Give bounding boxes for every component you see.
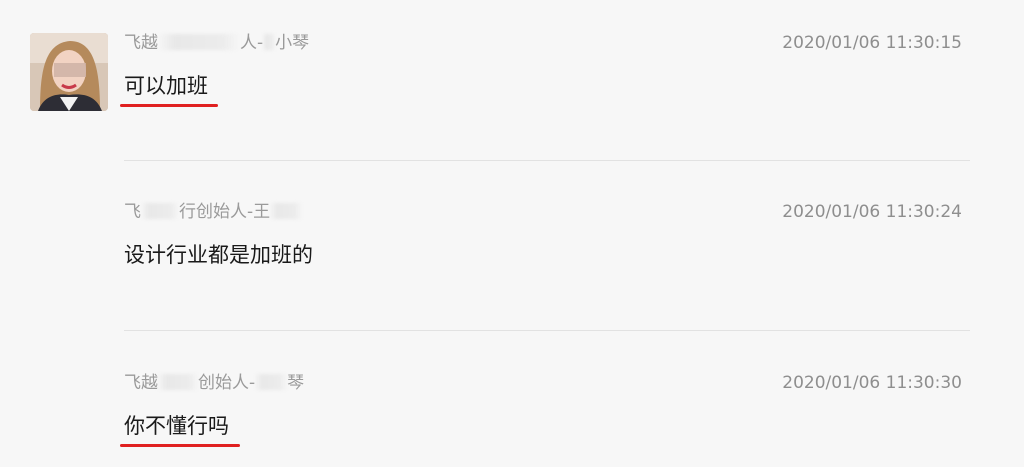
sender-name-suffix: 小琴 bbox=[275, 33, 310, 53]
chat-message: 飞 行创始人-王 2020/01/06 11:30:24 设计行业都是加班的 bbox=[124, 202, 970, 282]
sender-name-suffix: 琴 bbox=[287, 373, 305, 393]
chat-history-panel: 飞越 人- 小琴 2020/01/06 11:30:15 可以加班 飞 行创始人-王 … bbox=[0, 0, 1024, 467]
sender-name-middle: 人- bbox=[240, 33, 264, 53]
sender-name-middle: 创始人- bbox=[198, 373, 256, 393]
message-timestamp: 2020/01/06 11:30:24 bbox=[782, 202, 962, 222]
message-timestamp: 2020/01/06 11:30:15 bbox=[782, 33, 962, 53]
message-text[interactable]: 你不懂行吗 bbox=[124, 413, 229, 439]
message-timestamp: 2020/01/06 11:30:30 bbox=[782, 373, 962, 393]
chat-message: 飞越 创始人- 琴 2020/01/06 11:30:30 你不懂行吗 bbox=[120, 373, 970, 453]
redacted-name-blur bbox=[158, 34, 240, 50]
sender-name: 飞 行创始人-王 bbox=[124, 202, 303, 222]
message-text[interactable]: 可以加班 bbox=[124, 73, 208, 99]
highlight-underline bbox=[120, 104, 218, 107]
sender-name: 飞越 人- 小琴 bbox=[124, 33, 309, 53]
redacted-name-blur bbox=[263, 34, 276, 50]
message-text[interactable]: 设计行业都是加班的 bbox=[124, 242, 313, 268]
sender-name: 飞越 创始人- 琴 bbox=[124, 373, 304, 393]
avatar-photo-icon bbox=[30, 33, 108, 111]
redacted-name-blur bbox=[270, 203, 303, 219]
message-divider bbox=[124, 160, 970, 161]
redacted-name-blur bbox=[158, 374, 198, 390]
chat-message: 飞越 人- 小琴 2020/01/06 11:30:15 可以加班 bbox=[120, 33, 970, 123]
highlight-underline bbox=[120, 444, 240, 447]
sender-name-middle: 行创始人-王 bbox=[179, 202, 271, 222]
sender-name-prefix: 飞越 bbox=[124, 373, 158, 393]
redacted-name-blur bbox=[255, 374, 288, 390]
message-divider bbox=[124, 330, 970, 331]
user-avatar[interactable] bbox=[30, 33, 108, 111]
sender-name-prefix: 飞 bbox=[124, 202, 141, 222]
redacted-name-blur bbox=[141, 203, 179, 219]
sender-name-prefix: 飞越 bbox=[124, 33, 158, 53]
